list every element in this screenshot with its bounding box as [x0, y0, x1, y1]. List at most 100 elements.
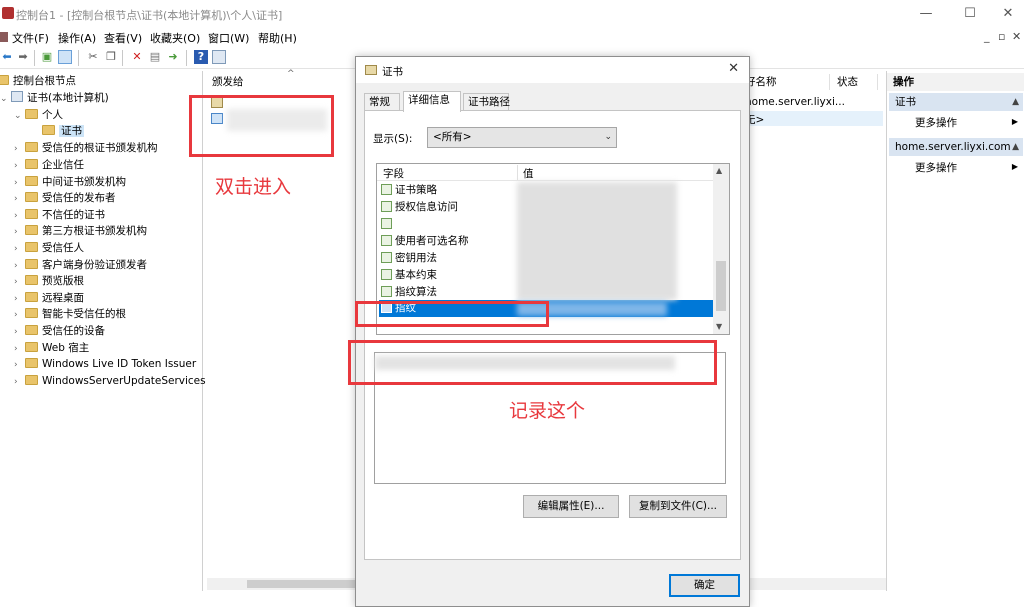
- chevron-down-icon[interactable]: ⌄: [14, 108, 25, 124]
- tree-item-certificates-local[interactable]: ⌄ 证书(本地计算机): [0, 90, 109, 106]
- menu-favorites[interactable]: 收藏夹(O): [150, 30, 200, 46]
- folder-icon: [25, 142, 38, 152]
- tree-item-store[interactable]: › 受信任人: [14, 240, 84, 256]
- collapse-up-icon[interactable]: ▲: [1012, 93, 1019, 111]
- menu-help[interactable]: 帮助(H): [258, 30, 297, 46]
- chevron-right-icon[interactable]: ›: [14, 274, 25, 290]
- actions-section-home-server[interactable]: home.server.liyxi.com ▲: [889, 138, 1023, 156]
- up-folder-icon[interactable]: ▣: [40, 50, 54, 64]
- tree-item-root[interactable]: 控制台根节点: [0, 73, 76, 89]
- column-divider: [517, 165, 518, 180]
- tab-general[interactable]: 常规: [364, 93, 400, 111]
- chevron-right-icon[interactable]: ›: [14, 224, 25, 240]
- field-icon: [381, 286, 392, 297]
- folder-icon: [42, 125, 55, 135]
- mdi-minimize-button[interactable]: _: [984, 30, 990, 43]
- column-header-issued-to[interactable]: 颁发给: [212, 74, 244, 89]
- tree-item-store[interactable]: › Web 宿主: [14, 340, 89, 356]
- menu-view[interactable]: 查看(V): [104, 30, 142, 46]
- chevron-right-icon[interactable]: ›: [14, 191, 25, 207]
- folder-icon: [0, 75, 9, 85]
- properties-icon[interactable]: ▤: [148, 50, 162, 64]
- tab-certification-path[interactable]: 证书路径: [463, 93, 510, 111]
- chevron-right-icon[interactable]: ›: [14, 241, 25, 257]
- tab-details[interactable]: 详细信息: [403, 91, 461, 112]
- edit-properties-button[interactable]: 编辑属性(E)...: [523, 495, 619, 518]
- field-icon: [381, 252, 392, 263]
- copy-icon[interactable]: ❐: [104, 50, 118, 64]
- tree-item-store[interactable]: › 受信任的发布者: [14, 190, 116, 206]
- field-icon: [381, 201, 392, 212]
- tree-item-store[interactable]: › 第三方根证书颁发机构: [14, 223, 147, 239]
- field-list-scrollbar[interactable]: ▲ ▼: [713, 164, 729, 334]
- tree-item-store[interactable]: › 受信任的设备: [14, 323, 105, 339]
- delete-icon[interactable]: ✕: [130, 50, 144, 64]
- chevron-right-icon[interactable]: ›: [14, 357, 25, 373]
- chevron-right-icon[interactable]: ›: [14, 141, 25, 157]
- chevron-right-icon[interactable]: ›: [14, 208, 25, 224]
- tree-item-store[interactable]: › Windows Live ID Token Issuer: [14, 356, 196, 372]
- column-header-value[interactable]: 值: [523, 166, 534, 181]
- tree-item-store[interactable]: › 不信任的证书: [14, 207, 105, 223]
- scrollbar-thumb[interactable]: [247, 580, 367, 588]
- export-list-icon[interactable]: ➜: [166, 50, 180, 64]
- close-button[interactable]: ✕: [988, 4, 1024, 24]
- tree-item-store[interactable]: › 中间证书颁发机构: [14, 174, 126, 190]
- scroll-up-icon[interactable]: ▲: [716, 166, 722, 175]
- forward-arrow-icon[interactable]: ➡: [16, 50, 30, 64]
- submenu-arrow-icon: ▶: [1011, 162, 1018, 171]
- copy-to-file-button[interactable]: 复制到文件(C)...: [629, 495, 727, 518]
- chevron-right-icon[interactable]: ›: [14, 158, 25, 174]
- tree-item-store[interactable]: › WindowsServerUpdateServices: [14, 373, 206, 389]
- menu-file[interactable]: 文件(F): [12, 30, 49, 46]
- more-actions-link[interactable]: 更多操作: [915, 160, 957, 175]
- toolbar-separator: [78, 50, 79, 66]
- field-icon: [381, 218, 392, 229]
- tree-item-store[interactable]: › 智能卡受信任的根: [14, 306, 126, 322]
- chevron-right-icon[interactable]: ›: [14, 175, 25, 191]
- folder-icon: [25, 308, 38, 318]
- cut-icon[interactable]: ✂: [86, 50, 100, 64]
- collapse-up-icon[interactable]: ▲: [1012, 138, 1019, 156]
- column-header-status[interactable]: 状态: [837, 74, 858, 89]
- chevron-right-icon[interactable]: ›: [14, 374, 25, 390]
- tree-item-personal-certs[interactable]: 证书: [42, 123, 84, 139]
- column-header-field[interactable]: 字段: [383, 166, 404, 181]
- folder-icon: [25, 109, 38, 119]
- scrollbar-thumb[interactable]: [716, 261, 726, 311]
- annotation-record-this: 记录这个: [509, 400, 586, 422]
- back-arrow-icon[interactable]: ⬅: [0, 50, 14, 64]
- chevron-right-icon[interactable]: ›: [14, 291, 25, 307]
- actions-section-certificates[interactable]: 证书 ▲: [889, 93, 1023, 111]
- tree-item-store[interactable]: › 客户端身份验证颁发者: [14, 257, 147, 273]
- chevron-down-icon[interactable]: ⌄: [604, 128, 612, 147]
- chevron-right-icon[interactable]: ›: [14, 307, 25, 323]
- system-menu-icon[interactable]: [0, 32, 8, 42]
- redacted-values: [517, 182, 677, 300]
- show-hide-tree-icon[interactable]: [58, 50, 72, 64]
- dialog-close-button[interactable]: ✕: [728, 61, 739, 76]
- scroll-down-icon[interactable]: ▼: [716, 322, 722, 331]
- mdi-restore-button[interactable]: ▫: [998, 30, 1005, 43]
- maximize-button[interactable]: ☐: [950, 4, 990, 24]
- tree-item-store[interactable]: › 受信任的根证书颁发机构: [14, 140, 158, 156]
- menu-window[interactable]: 窗口(W): [208, 30, 249, 46]
- minimize-button[interactable]: —: [906, 4, 946, 24]
- more-actions-link[interactable]: 更多操作: [915, 115, 957, 130]
- ok-button[interactable]: 确定: [669, 574, 740, 597]
- chevron-right-icon[interactable]: ›: [14, 341, 25, 357]
- show-hide-action-pane-icon[interactable]: [212, 50, 226, 64]
- folder-icon: [25, 176, 38, 186]
- chevron-right-icon[interactable]: ›: [14, 324, 25, 340]
- menu-action[interactable]: 操作(A): [58, 30, 96, 46]
- mdi-close-button[interactable]: ✕: [1012, 30, 1021, 43]
- tree-item-store[interactable]: › 企业信任: [14, 157, 84, 173]
- chevron-down-icon[interactable]: ⌄: [0, 91, 11, 107]
- chevron-right-icon[interactable]: ›: [14, 258, 25, 274]
- row-friendly-name[interactable]: home.server.liyxi...: [745, 96, 845, 108]
- tree-item-store[interactable]: › 预览版根: [14, 273, 84, 289]
- help-icon[interactable]: ?: [194, 50, 208, 64]
- tree-item-store[interactable]: › 远程桌面: [14, 290, 84, 306]
- show-dropdown[interactable]: <所有> ⌄: [427, 127, 617, 148]
- tree-item-personal[interactable]: ⌄ 个人: [14, 107, 63, 123]
